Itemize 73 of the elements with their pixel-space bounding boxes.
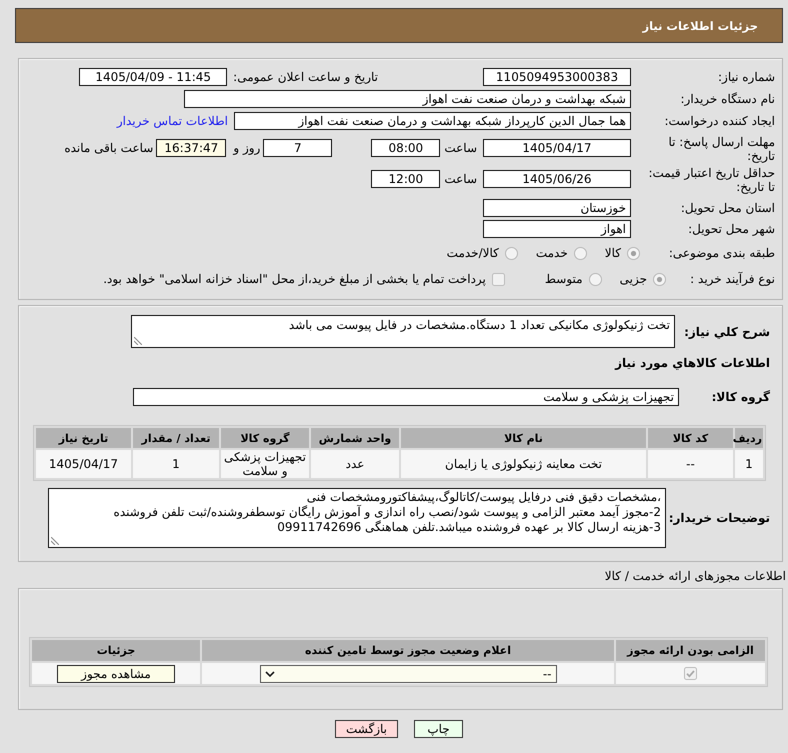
radio-button[interactable] bbox=[588, 272, 602, 286]
time-label: ساعت bbox=[444, 171, 477, 188]
column-header: واحد شمارش bbox=[311, 428, 399, 448]
field-label: ایجاد کننده درخواست: bbox=[663, 113, 775, 130]
table-cell: عدد bbox=[311, 450, 399, 478]
deadline-date-field[interactable]: 1405/04/17 bbox=[483, 139, 631, 157]
column-header: گروه کالا bbox=[221, 428, 309, 448]
field-label: توضیحات خریدار: bbox=[668, 511, 770, 525]
field-label: شماره نیاز: bbox=[717, 69, 775, 86]
column-header: جزئیات bbox=[32, 640, 200, 661]
back-button[interactable]: بازگشت bbox=[335, 720, 398, 738]
requester-field[interactable]: هما جمال الدین کارپرداز شبکه بهداشت و درمان صنعت نفت اهواز bbox=[234, 112, 631, 130]
table-cell: 1 bbox=[735, 450, 763, 478]
radio-button[interactable] bbox=[653, 272, 666, 286]
column-header: اعلام وضعیت مجوز توسط تامین کننده bbox=[202, 640, 614, 661]
checkbox-label: پرداخت تمام یا بخشی از مبلغ خرید،از محل "اسناد خزانه اسلامی" خواهد بود. bbox=[103, 271, 486, 288]
remaining-label: ساعت باقی مانده bbox=[64, 140, 154, 157]
table-cell: -- bbox=[648, 450, 733, 478]
section-title: اطلاعات كالاهاي مورد نياز bbox=[614, 355, 770, 372]
time-label: ساعت bbox=[444, 140, 477, 157]
resize-grip-icon[interactable] bbox=[51, 537, 59, 545]
column-header: الزامی بودن ارائه مجوز bbox=[616, 640, 765, 661]
field-label: نوع فرآیند خرید : bbox=[689, 271, 775, 288]
column-header: کد کالا bbox=[648, 428, 733, 448]
table-cell: 1405/04/17 bbox=[36, 450, 131, 478]
field-label: گروه کالا: bbox=[710, 390, 770, 404]
radio-label: جزیی bbox=[620, 271, 647, 288]
field-label: شهر محل تحویل: bbox=[687, 221, 775, 238]
table-cell: تخت معاینه ژنیکولوژی یا زایمان bbox=[401, 450, 646, 478]
section-title: اطلاعات مجوزهای ارائه خدمت / کالا bbox=[604, 568, 786, 584]
checkbox[interactable] bbox=[684, 667, 697, 680]
remaining-time-field[interactable]: 16:37:47 bbox=[156, 139, 226, 157]
radio-label: خدمت bbox=[536, 245, 568, 262]
field-label: استان محل تحویل: bbox=[680, 200, 775, 217]
field-label: مهلت ارسال پاسخ: تا تاریخ: bbox=[667, 135, 775, 163]
buyer-notes-field[interactable]: ،مشخصات دقیق فنی درفایل پیوست/کاتالوگ،پیشفاکتورومشخصات فنی 2-مجوز آیمد معتبر الزامی و پیوست شود/نصب راه اندازی و آموزش رایگان توسطفروشنده/ثبت تلفن فروشنده 3-هزینه ارسال کالا بر عهده فروشنده میباشد.تلفن هماهنگی 09911742696 bbox=[48, 488, 666, 548]
radio-button[interactable] bbox=[627, 246, 640, 260]
chevron-down-icon bbox=[264, 670, 274, 676]
table-cell: 1 bbox=[133, 450, 219, 478]
view-license-button[interactable]: مشاهده مجوز bbox=[57, 664, 175, 682]
validity-date-field[interactable]: 1405/06/26 bbox=[483, 170, 631, 188]
buyer-contact-link[interactable]: اطلاعات تماس خریدار bbox=[116, 112, 228, 130]
column-header: تعداد / مقدار bbox=[133, 428, 219, 448]
column-header: ردیف bbox=[735, 428, 763, 448]
checkbox[interactable] bbox=[492, 272, 505, 286]
validity-time-field[interactable]: 12:00 bbox=[371, 170, 440, 188]
province-field[interactable]: خوزستان bbox=[483, 199, 631, 217]
table-cell: تجهیزات پزشکی و سلامت bbox=[221, 450, 309, 478]
field-label: حداقل تاریخ اعتبار قیمت: تا تاریخ: bbox=[647, 166, 775, 194]
radio-button[interactable] bbox=[504, 246, 518, 260]
radio-button[interactable] bbox=[574, 246, 587, 260]
need-number-field[interactable]: 1105094953000383 bbox=[483, 68, 631, 86]
field-label: شرح كلي نياز: bbox=[683, 324, 770, 338]
resize-grip-icon[interactable] bbox=[134, 337, 142, 345]
description-field[interactable]: تخت ژنیکولوژی مکانیکی تعداد 1 دستگاه.مشخصات در فایل پیوست می باشد bbox=[131, 315, 675, 348]
field-label: طبقه بندی موضوعی: bbox=[668, 245, 775, 262]
goods-group-field[interactable]: تجهیزات پزشکی و سلامت bbox=[133, 388, 679, 406]
radio-label: متوسط bbox=[544, 271, 583, 288]
city-field[interactable]: اهواز bbox=[483, 220, 631, 238]
days-field[interactable]: 7 bbox=[263, 139, 332, 157]
buyer-org-field[interactable]: شبکه بهداشت و درمان صنعت نفت اهواز bbox=[184, 90, 631, 108]
field-label: تاریخ و ساعت اعلان عمومی: bbox=[233, 69, 378, 86]
column-header: نام کالا bbox=[401, 428, 646, 448]
radio-label: کالا/خدمت bbox=[446, 245, 499, 262]
print-button[interactable]: چاپ bbox=[414, 720, 463, 738]
announce-date-field[interactable]: 1405/04/09 - 11:45 bbox=[79, 68, 228, 86]
field-label: نام دستگاه خریدار: bbox=[680, 91, 775, 108]
days-label: روز و bbox=[233, 140, 260, 157]
deadline-time-field[interactable]: 08:00 bbox=[371, 139, 440, 157]
column-header: تاریخ نیاز bbox=[36, 428, 131, 448]
radio-label: کالا bbox=[604, 245, 621, 262]
page-title: جزئیات اطلاعات نیاز bbox=[642, 18, 758, 32]
license-status-select[interactable]: -- bbox=[260, 664, 556, 682]
